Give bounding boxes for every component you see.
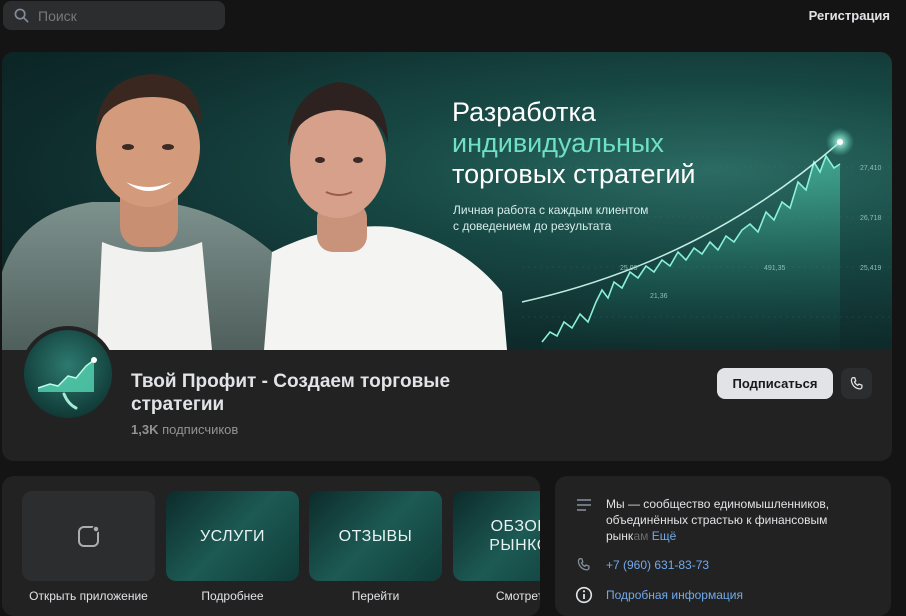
description-fade: ам [633, 529, 649, 543]
subscribers-number: 1,3K [131, 422, 159, 437]
chart-price-label: 27,410 [860, 165, 882, 172]
chart-price-label: 26,718 [860, 215, 882, 222]
phone-row: +7 (960) 631-83-73 [575, 556, 709, 574]
subscribe-button[interactable]: Подписаться [717, 368, 833, 399]
cover-headline: Разработка индивидуальных торговых страт… [452, 97, 696, 190]
market-review-tile-text: ОБЗОР РЫНКО [489, 518, 540, 554]
cover-subtitle-line: Личная работа с каждым клиентом [453, 203, 649, 217]
person-left-illustration [2, 74, 302, 350]
chart-price-label: 21,36 [650, 293, 668, 300]
search-placeholder: Поиск [38, 7, 77, 24]
show-more-link[interactable]: Ещё [652, 529, 677, 543]
reviews-tile-text: ОТЗЫВЫ [338, 527, 413, 545]
subscribers-count[interactable]: 1,3K подписчиков [131, 422, 238, 437]
profile-info: Твой Профит - Создаем торговые стратегии… [2, 326, 892, 461]
cover-title-accent: индивидуальных [452, 128, 664, 158]
app-tile-label[interactable]: Подробнее [166, 589, 299, 603]
subscribers-label: подписчиков [162, 422, 239, 437]
chart-price-label: 491,35 [764, 265, 786, 272]
info-icon [575, 586, 593, 604]
open-app-tile[interactable] [22, 491, 155, 581]
avatar-logo-icon [37, 357, 97, 410]
cover-image: 27,410 26,718 25,419 25,00 491,35 21,36 [2, 52, 892, 350]
about-panel: Мы — сообщество единомышленников, объеди… [555, 476, 891, 616]
phone-icon [577, 557, 590, 571]
phone-link[interactable]: +7 (960) 631-83-73 [606, 556, 709, 574]
services-tile[interactable]: УСЛУГИ [166, 491, 299, 581]
description-row: Мы — сообщество единомышленников, объеди… [575, 496, 856, 544]
market-review-tile[interactable]: ОБЗОР РЫНКО [453, 491, 540, 581]
app-tile-label[interactable]: Перейти [309, 589, 442, 603]
app-tile-label[interactable]: Открыть приложение [22, 589, 155, 603]
register-link[interactable]: Регистрация [809, 8, 890, 23]
cover-subtitle: Личная работа с каждым клиентом с доведе… [453, 202, 648, 234]
app-tile-label[interactable]: Смотрет [453, 589, 540, 603]
search-input[interactable]: Поиск [3, 1, 225, 30]
apps-panel: Открыть приложение УСЛУГИ Подробнее ОТЗЫ… [2, 476, 540, 616]
cover-subtitle-line: с доведением до результата [453, 219, 612, 233]
chart-price-label: 25,419 [860, 265, 882, 272]
community-title: Твой Профит - Создаем торговые стратегии [131, 371, 451, 415]
services-tile-text: УСЛУГИ [199, 527, 265, 545]
search-icon [14, 8, 29, 23]
cover-title-line: торговых стратегий [452, 159, 696, 189]
avatar[interactable] [20, 326, 116, 422]
details-link[interactable]: Подробная информация [606, 586, 743, 604]
cover-title-line: Разработка [452, 97, 596, 127]
community-header: 27,410 26,718 25,419 25,00 491,35 21,36 [2, 52, 892, 461]
cover-illustration: 27,410 26,718 25,419 25,00 491,35 21,36 [2, 74, 892, 350]
reviews-tile[interactable]: ОТЗЫВЫ [309, 491, 442, 581]
chart-price-label: 25,00 [620, 265, 638, 272]
call-button[interactable] [841, 368, 872, 399]
app-icon [77, 525, 100, 547]
community-description: Мы — сообщество единомышленников, объеди… [606, 496, 856, 544]
menu-lines-icon [577, 499, 591, 511]
details-row: Подробная информация [575, 586, 743, 604]
phone-icon [850, 376, 863, 390]
top-bar: Поиск Регистрация [0, 0, 906, 38]
